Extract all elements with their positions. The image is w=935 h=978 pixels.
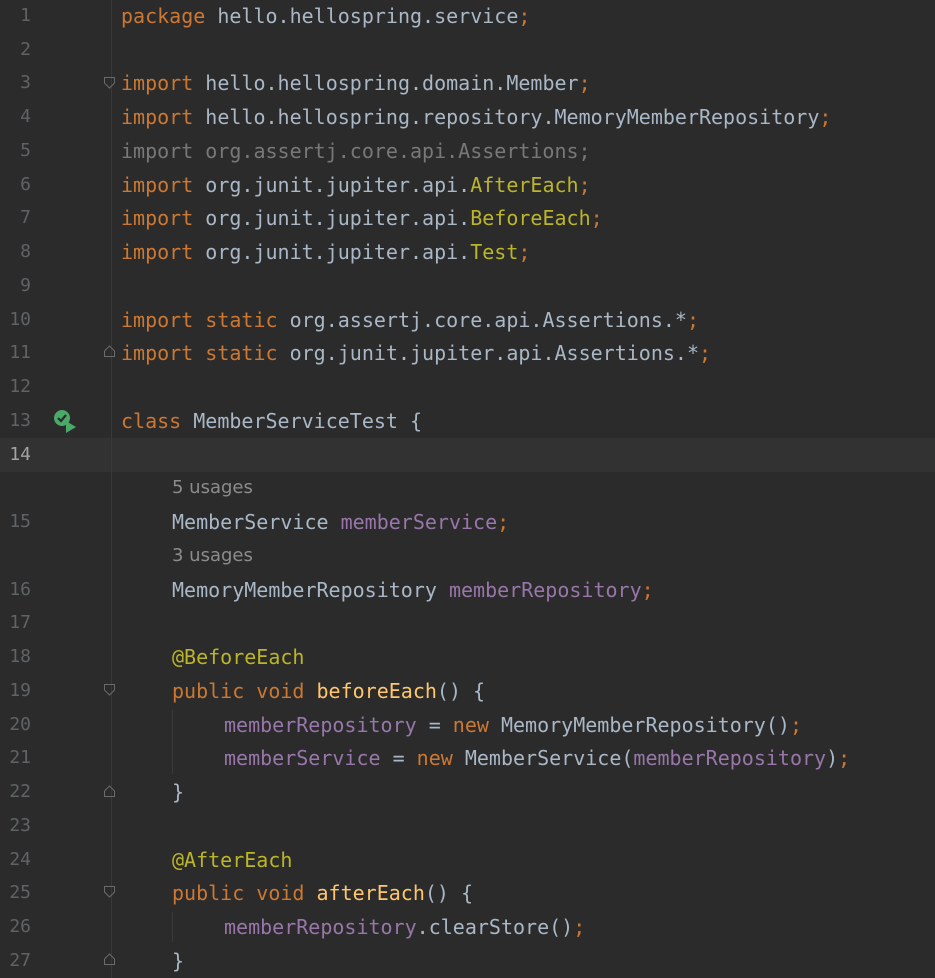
code-line[interactable]: 1 package hello.hellospring.service;: [0, 0, 935, 33]
line-number: 25: [9, 882, 31, 903]
code-line[interactable]: 25 public void afterEach() {: [0, 876, 935, 910]
line-number: 18: [9, 646, 31, 667]
code-line[interactable]: 8 import org.junit.jupiter.api.Test;: [0, 235, 935, 269]
annotation: @AfterEach: [172, 848, 293, 872]
code-line[interactable]: 11 import static org.junit.jupiter.api.A…: [0, 336, 935, 370]
package-declaration: package hello.hellospring.service;: [121, 4, 531, 28]
line-number: 21: [9, 747, 31, 768]
code-line[interactable]: 7 import org.junit.jupiter.api.BeforeEac…: [0, 201, 935, 235]
code-line[interactable]: 16 MemoryMemberRepository memberReposito…: [0, 573, 935, 607]
annotation: @BeforeEach: [172, 645, 305, 669]
code-line[interactable]: 19 public void beforeEach() {: [0, 674, 935, 708]
method-call-statement: memberRepository.clearStore();: [224, 915, 586, 939]
code-line[interactable]: 12: [0, 370, 935, 404]
line-number: 22: [9, 781, 31, 802]
usages-hint[interactable]: 5 usages: [172, 471, 253, 505]
code-line[interactable]: 24 @AfterEach: [0, 843, 935, 877]
line-number: 14: [9, 444, 31, 465]
code-line[interactable]: 10 import static org.assertj.core.api.As…: [0, 303, 935, 337]
line-number: 3: [20, 72, 31, 93]
code-line[interactable]: 27 }: [0, 944, 935, 978]
code-line[interactable]: 21 memberService = new MemberService(mem…: [0, 741, 935, 775]
usages-hint[interactable]: 3 usages: [172, 539, 253, 573]
method-declaration: public void afterEach() {: [172, 881, 474, 905]
line-number: 8: [20, 241, 31, 262]
line-number: 11: [9, 342, 31, 363]
line-number: 16: [9, 579, 31, 600]
closing-brace: }: [172, 949, 185, 973]
line-number: 4: [20, 106, 31, 127]
code-editor[interactable]: 1 package hello.hellospring.service; 2 3…: [0, 0, 935, 978]
code-line[interactable]: 17: [0, 606, 935, 640]
class-declaration: class MemberServiceTest {: [121, 409, 423, 433]
field-declaration: MemberService memberService;: [172, 510, 510, 534]
assignment-statement: memberRepository = new MemoryMemberRepos…: [224, 713, 802, 737]
line-number: 5: [20, 140, 31, 161]
code-line[interactable]: 18 @BeforeEach: [0, 640, 935, 674]
code-line[interactable]: 13 class MemberServiceTest {: [0, 404, 935, 438]
import-statement: import org.junit.jupiter.api.Test;: [121, 240, 531, 264]
line-number: 26: [9, 916, 31, 937]
line-number: 10: [9, 309, 31, 330]
line-number: 19: [9, 680, 31, 701]
line-number: 7: [20, 207, 31, 228]
unused-import-statement: import org.assertj.core.api.Assertions;: [121, 139, 591, 163]
code-line-current[interactable]: 14: [0, 438, 935, 472]
inlay-hint-row: 3 usages: [0, 539, 935, 573]
line-number: 9: [20, 275, 31, 296]
line-number: 27: [9, 950, 31, 971]
static-import-statement: import static org.junit.jupiter.api.Asse…: [121, 341, 712, 365]
line-number: 20: [9, 714, 31, 735]
field-declaration: MemoryMemberRepository memberRepository;: [172, 578, 654, 602]
import-statement: import hello.hellospring.domain.Member;: [121, 71, 591, 95]
line-number: 17: [9, 612, 31, 633]
line-number: 1: [20, 5, 31, 26]
assignment-statement: memberService = new MemberService(member…: [224, 746, 851, 770]
code-line[interactable]: 15 MemberService memberService;: [0, 505, 935, 539]
closing-brace: }: [172, 780, 185, 804]
import-statement: import org.junit.jupiter.api.AfterEach;: [121, 173, 591, 197]
code-line[interactable]: 5 import org.assertj.core.api.Assertions…: [0, 134, 935, 168]
code-line[interactable]: 2: [0, 33, 935, 67]
code-line[interactable]: 23: [0, 809, 935, 843]
line-number: 23: [9, 815, 31, 836]
line-number: 12: [9, 376, 31, 397]
line-number: 15: [9, 511, 31, 532]
code-line[interactable]: 20 memberRepository = new MemoryMemberRe…: [0, 708, 935, 742]
code-line[interactable]: 9: [0, 269, 935, 303]
inlay-hint-row: 5 usages: [0, 471, 935, 505]
code-line[interactable]: 22 }: [0, 775, 935, 809]
code-line[interactable]: 4 import hello.hellospring.repository.Me…: [0, 100, 935, 134]
code-line[interactable]: 3 import hello.hellospring.domain.Member…: [0, 66, 935, 100]
code-line[interactable]: 6 import org.junit.jupiter.api.AfterEach…: [0, 168, 935, 202]
line-number: 13: [9, 410, 31, 431]
line-number: 24: [9, 849, 31, 870]
import-statement: import org.junit.jupiter.api.BeforeEach;: [121, 206, 603, 230]
line-number: 6: [20, 174, 31, 195]
code-line[interactable]: 26 memberRepository.clearStore();: [0, 910, 935, 944]
method-declaration: public void beforeEach() {: [172, 679, 486, 703]
static-import-statement: import static org.assertj.core.api.Asser…: [121, 308, 699, 332]
import-statement: import hello.hellospring.repository.Memo…: [121, 105, 832, 129]
line-number: 2: [20, 39, 31, 60]
